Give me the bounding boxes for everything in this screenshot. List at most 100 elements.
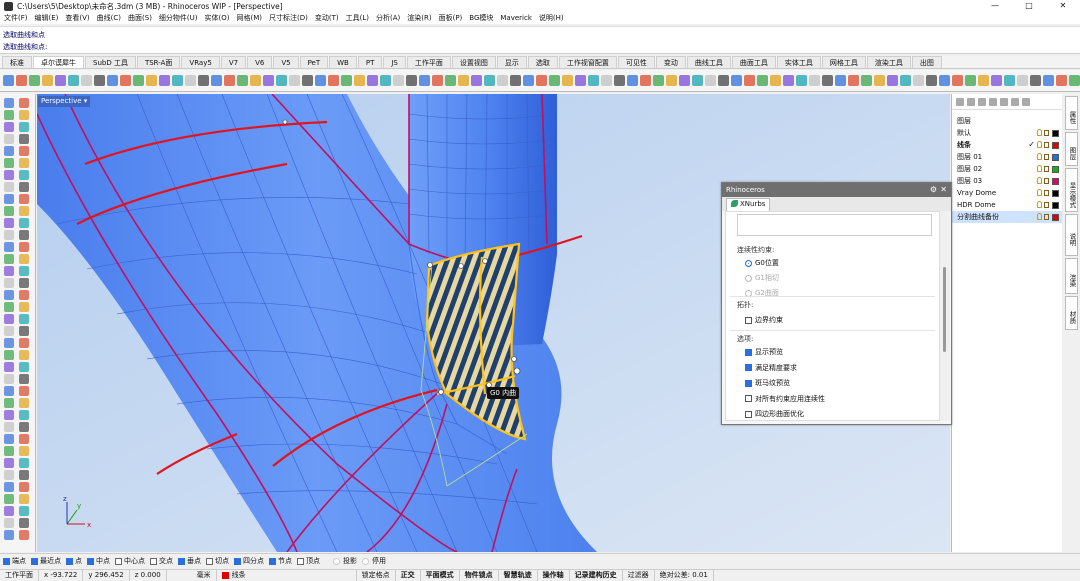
new-layer-icon[interactable] bbox=[956, 97, 964, 106]
visibility-bulb-icon[interactable] bbox=[1037, 201, 1042, 208]
layer-tools-icon[interactable] bbox=[1022, 97, 1030, 106]
side-tab[interactable]: 材质 bbox=[1065, 296, 1078, 330]
layer-color-swatch[interactable] bbox=[1052, 190, 1059, 197]
toolbar-tool-icon[interactable] bbox=[1017, 75, 1028, 86]
menu-item[interactable]: 编辑(E) bbox=[35, 13, 59, 23]
status-toggle[interactable]: 智慧轨迹 bbox=[499, 570, 538, 581]
sidebar-tool-icon[interactable] bbox=[4, 134, 14, 144]
radio-button[interactable] bbox=[745, 259, 752, 267]
checkbox[interactable] bbox=[66, 557, 73, 565]
toolbar-tab[interactable]: 卓尔谟犀牛 bbox=[33, 56, 84, 68]
sidebar-tool-icon[interactable] bbox=[4, 326, 14, 336]
sidebar-tool-icon[interactable] bbox=[19, 530, 29, 540]
menu-item[interactable]: 细分物件(U) bbox=[159, 13, 198, 23]
toolbar-tab[interactable]: JS bbox=[383, 56, 406, 68]
sidebar-tool-icon[interactable] bbox=[19, 146, 29, 156]
sidebar-tool-icon[interactable] bbox=[19, 494, 29, 504]
checkbox[interactable] bbox=[745, 316, 752, 324]
sidebar-tool-icon[interactable] bbox=[4, 470, 14, 480]
toolbar-tool-icon[interactable] bbox=[146, 75, 157, 86]
toolbar-tool-icon[interactable] bbox=[276, 75, 287, 86]
toolbar-tool-icon[interactable] bbox=[718, 75, 729, 86]
tab-xnurbs[interactable]: XNurbs bbox=[726, 198, 771, 211]
toolbar-tool-icon[interactable] bbox=[1004, 75, 1015, 86]
toolbar-tool-icon[interactable] bbox=[367, 75, 378, 86]
layer-row[interactable]: 线条 ✓ bbox=[952, 139, 1062, 151]
toolbar-tool-icon[interactable] bbox=[965, 75, 976, 86]
toolbar-tool-icon[interactable] bbox=[705, 75, 716, 86]
sidebar-tool-icon[interactable] bbox=[4, 98, 14, 108]
visibility-bulb-icon[interactable] bbox=[1037, 165, 1042, 172]
sidebar-tool-icon[interactable] bbox=[4, 254, 14, 264]
toolbar-tab[interactable]: V7 bbox=[220, 56, 247, 68]
viewport-title-tab[interactable]: Perspective ▾ bbox=[38, 96, 91, 107]
osnap-toggle[interactable]: 四分点 bbox=[234, 556, 264, 566]
toolbar-tool-icon[interactable] bbox=[562, 75, 573, 86]
menu-item[interactable]: 分析(A) bbox=[376, 13, 400, 23]
sidebar-tool-icon[interactable] bbox=[19, 266, 29, 276]
sidebar-tool-icon[interactable] bbox=[19, 302, 29, 312]
toolbar-tool-icon[interactable] bbox=[328, 75, 339, 86]
sidebar-tool-icon[interactable] bbox=[4, 410, 14, 420]
toolbar-tool-icon[interactable] bbox=[952, 75, 963, 86]
layer-color-swatch[interactable] bbox=[1052, 166, 1059, 173]
toolbar-tab[interactable]: PeT bbox=[299, 56, 329, 68]
checkbox[interactable] bbox=[745, 364, 752, 371]
toolbar-tool-icon[interactable] bbox=[419, 75, 430, 86]
toolbar-tool-icon[interactable] bbox=[172, 75, 183, 86]
sidebar-tool-icon[interactable] bbox=[19, 242, 29, 252]
checkbox[interactable] bbox=[745, 410, 752, 418]
toolbar-tab[interactable]: VRay5 bbox=[181, 56, 220, 68]
toolbar-tab[interactable]: 实体工具 bbox=[776, 56, 821, 68]
sidebar-tool-icon[interactable] bbox=[19, 374, 29, 384]
sidebar-tool-icon[interactable] bbox=[4, 458, 14, 468]
toolbar-tool-icon[interactable] bbox=[1043, 75, 1054, 86]
sidebar-tool-icon[interactable] bbox=[19, 290, 29, 300]
toolbar-tool-icon[interactable] bbox=[601, 75, 612, 86]
toolbar-tool-icon[interactable] bbox=[211, 75, 222, 86]
status-toggle[interactable]: 记录建构历史 bbox=[570, 570, 623, 581]
toolbar-tool-icon[interactable] bbox=[809, 75, 820, 86]
toolbar-tab[interactable]: 曲面工具 bbox=[731, 56, 776, 68]
toolbar-tool-icon[interactable] bbox=[1056, 75, 1067, 86]
osnap-toggle[interactable]: 交点 bbox=[150, 556, 173, 566]
layer-row[interactable]: 图层 03 bbox=[952, 175, 1062, 187]
sidebar-tool-icon[interactable] bbox=[4, 170, 14, 180]
checkbox[interactable] bbox=[3, 557, 10, 565]
status-toggle[interactable]: 平面模式 bbox=[421, 570, 460, 581]
sidebar-tool-icon[interactable] bbox=[19, 470, 29, 480]
status-toggle[interactable]: 锁定格点 bbox=[357, 570, 396, 581]
sidebar-tool-icon[interactable] bbox=[4, 338, 14, 348]
sidebar-tool-icon[interactable] bbox=[19, 158, 29, 168]
visibility-bulb-icon[interactable] bbox=[1037, 153, 1042, 160]
menu-item[interactable]: 尺寸标注(D) bbox=[269, 13, 308, 23]
toolbar-tool-icon[interactable] bbox=[458, 75, 469, 86]
sidebar-tool-icon[interactable] bbox=[4, 350, 14, 360]
option-item[interactable]: 斑马纹预览 bbox=[745, 378, 790, 388]
toolbar-tool-icon[interactable] bbox=[757, 75, 768, 86]
toolbar-tool-icon[interactable] bbox=[315, 75, 326, 86]
sidebar-tool-icon[interactable] bbox=[4, 266, 14, 276]
layer-row[interactable]: 图层 01 bbox=[952, 151, 1062, 163]
sidebar-tool-icon[interactable] bbox=[4, 374, 14, 384]
layer-color-swatch[interactable] bbox=[1052, 202, 1059, 209]
toolbar-tool-icon[interactable] bbox=[42, 75, 53, 86]
sidebar-tool-icon[interactable] bbox=[4, 386, 14, 396]
toolbar-tool-icon[interactable] bbox=[341, 75, 352, 86]
side-tab[interactable]: 属性 bbox=[1065, 96, 1078, 130]
delete-layer-icon[interactable] bbox=[978, 97, 986, 106]
toolbar-tab[interactable]: 可见性 bbox=[617, 56, 655, 68]
sidebar-tool-icon[interactable] bbox=[19, 506, 29, 516]
toolbar-tab[interactable]: TSR-A面 bbox=[136, 56, 181, 68]
toolbar-tool-icon[interactable] bbox=[822, 75, 833, 86]
toolbar-tool-icon[interactable] bbox=[185, 75, 196, 86]
toolbar-tool-icon[interactable] bbox=[991, 75, 1002, 86]
osnap-toggle[interactable]: 投影 bbox=[333, 556, 357, 566]
sidebar-tool-icon[interactable] bbox=[19, 338, 29, 348]
sidebar-tool-icon[interactable] bbox=[4, 110, 14, 120]
toolbar-tool-icon[interactable] bbox=[497, 75, 508, 86]
toolbar-tab[interactable]: 网格工具 bbox=[821, 56, 866, 68]
toolbar-tool-icon[interactable] bbox=[55, 75, 66, 86]
toolbar-tool-icon[interactable] bbox=[16, 75, 27, 86]
menu-item[interactable]: 文件(F) bbox=[4, 13, 28, 23]
